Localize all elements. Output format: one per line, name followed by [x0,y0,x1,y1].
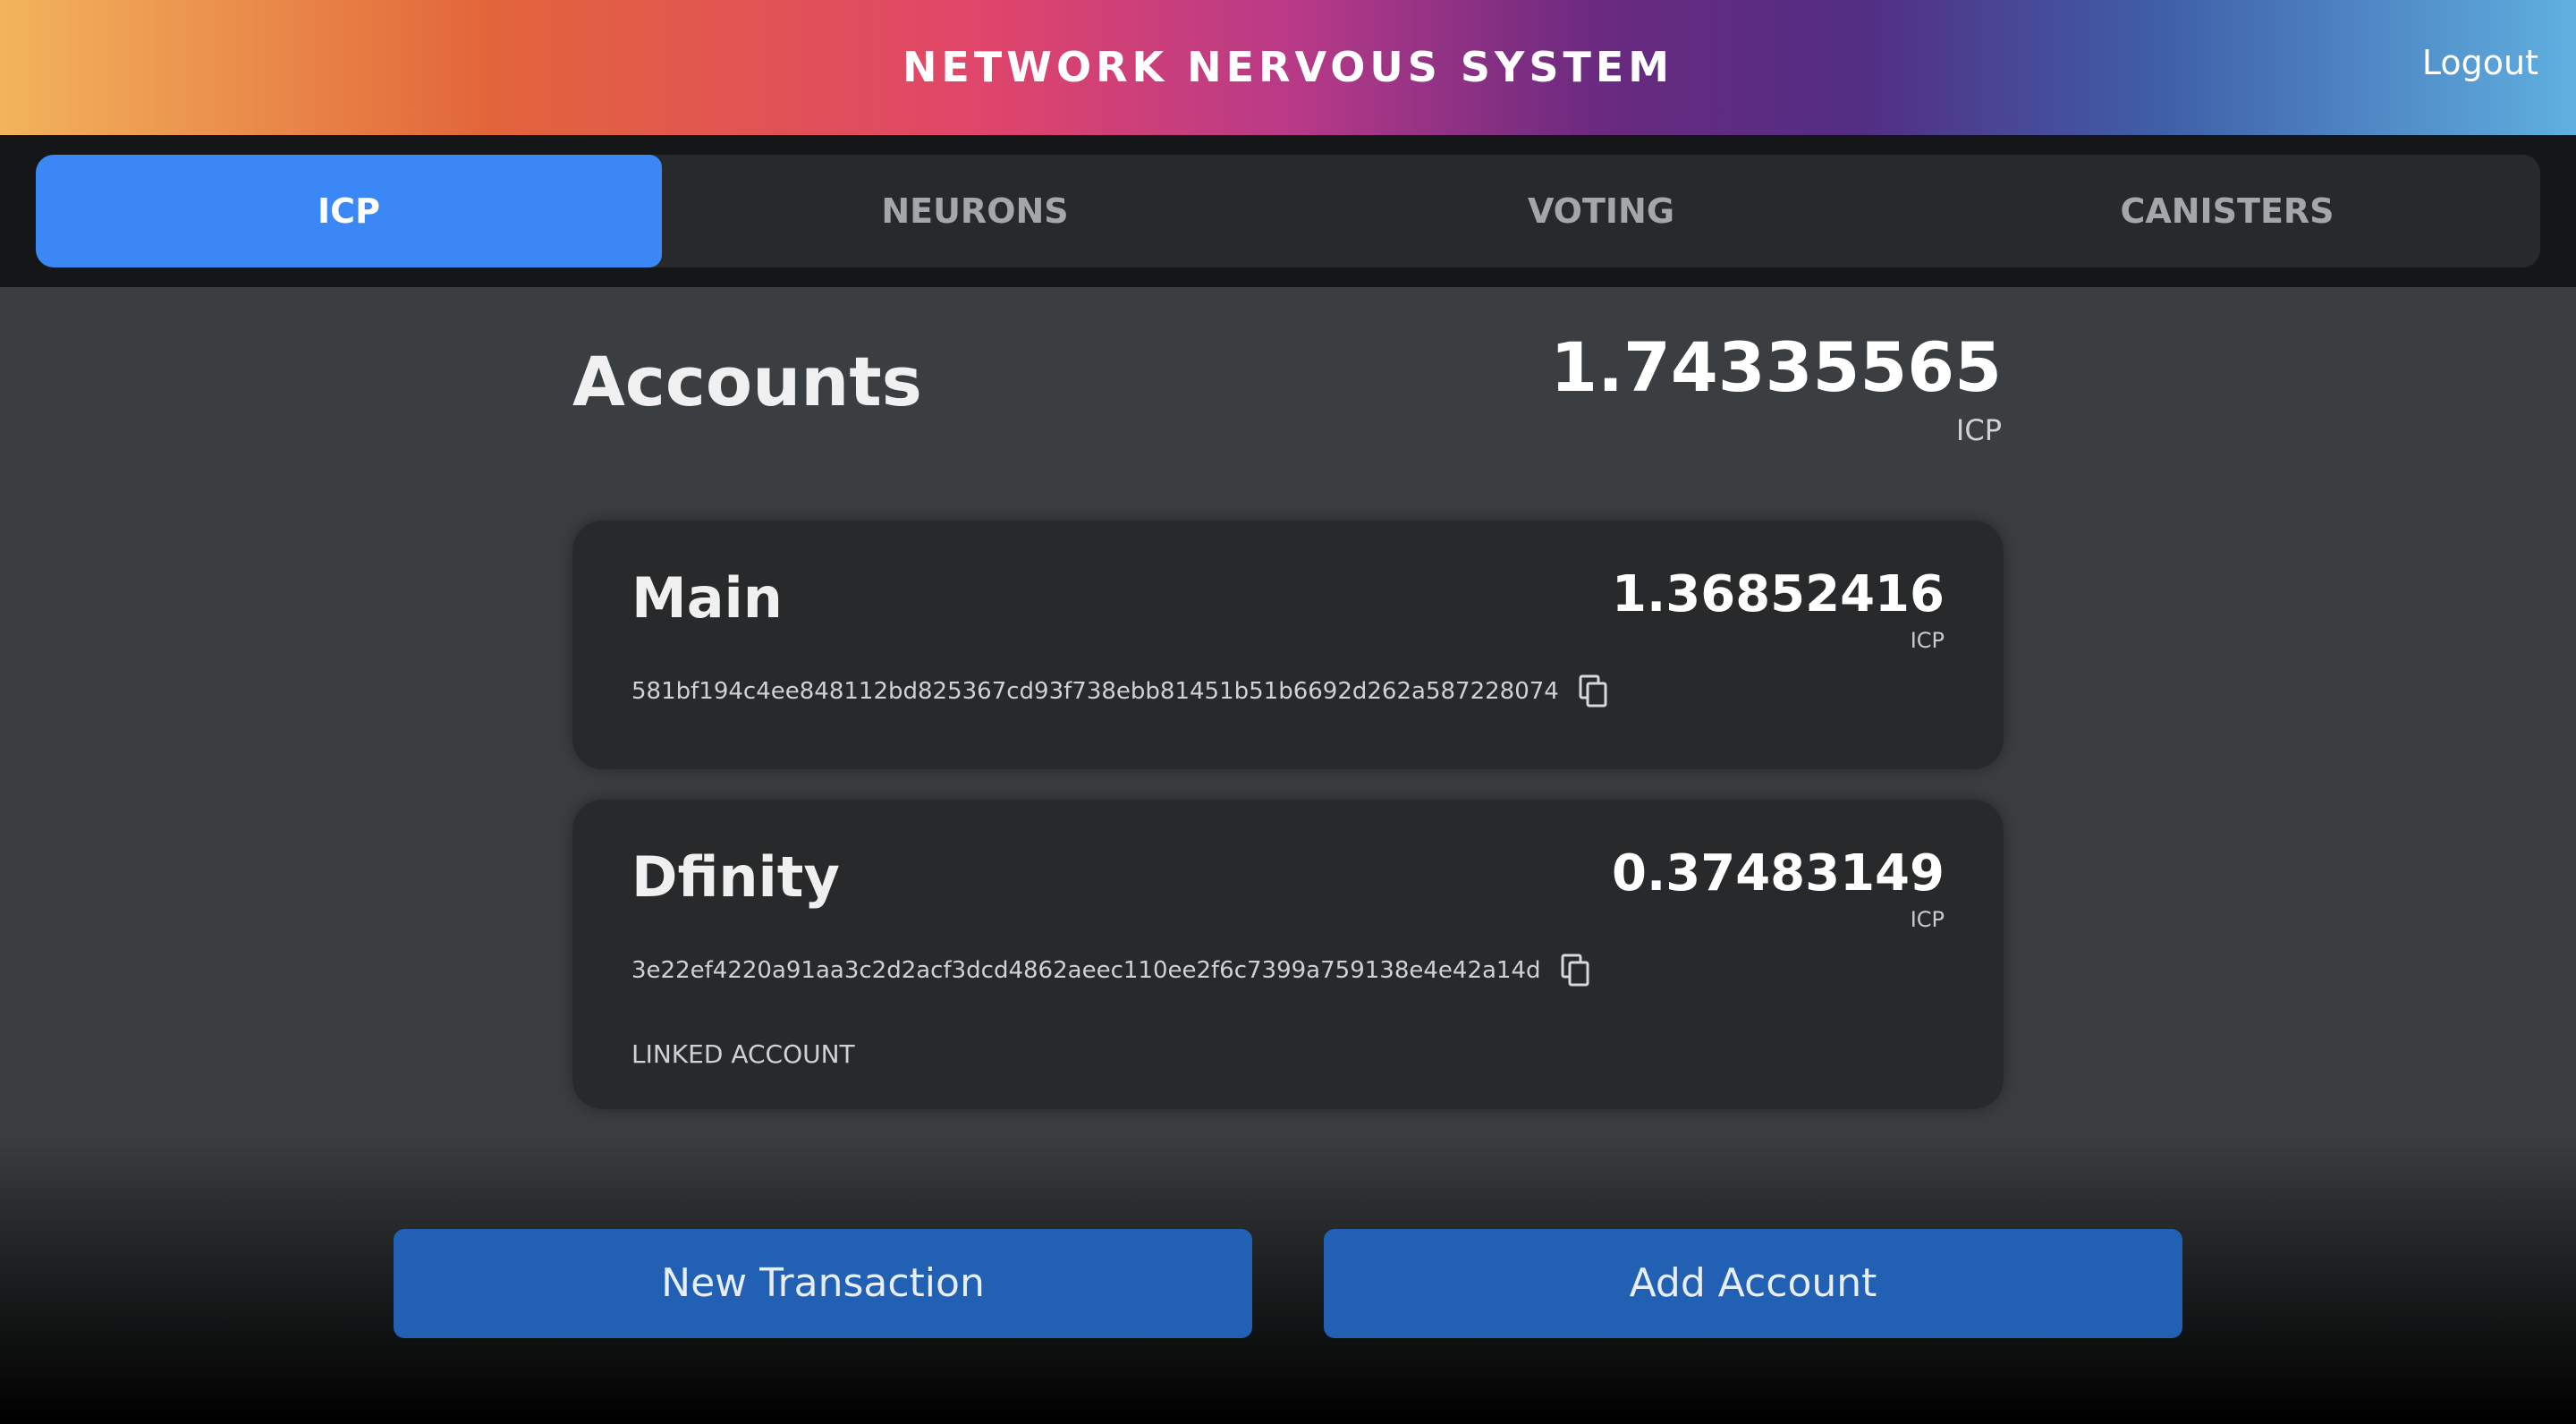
total-balance: 1.74335565 [1550,327,2002,407]
add-account-button[interactable]: Add Account [1324,1229,2182,1338]
total-balance-unit: ICP [1955,413,2002,447]
copy-icon[interactable] [1561,954,1591,987]
account-balance: 1.36852416 [1612,565,1945,623]
account-address: 3e22ef4220a91aa3c2d2acf3dcd4862aeec110ee… [631,957,1541,984]
logout-button[interactable]: Logout [2422,43,2538,82]
tab-bar-container: ICP NEURONS VOTING CANISTERS [0,135,2576,287]
app-root: NETWORK NERVOUS SYSTEM Logout ICP NEURON… [0,0,2576,1424]
new-transaction-button[interactable]: New Transaction [394,1229,1252,1338]
copy-icon[interactable] [1579,674,1609,708]
account-card-main[interactable]: Main 1.36852416 ICP 581bf194c4ee848112bd… [572,521,2004,769]
account-card-dfinity[interactable]: Dfinity 0.37483149 ICP 3e22ef4220a91aa3c… [572,800,2004,1109]
account-address-row: 3e22ef4220a91aa3c2d2acf3dcd4862aeec110ee… [631,954,1591,987]
tab-icp[interactable]: ICP [36,155,662,267]
app-title: NETWORK NERVOUS SYSTEM [902,43,1674,91]
header-bar: NETWORK NERVOUS SYSTEM Logout [0,0,2576,135]
tab-canisters[interactable]: CANISTERS [1914,155,2540,267]
tab-neurons[interactable]: NEURONS [662,155,1288,267]
account-balance-unit: ICP [1910,907,1945,932]
account-address-row: 581bf194c4ee848112bd825367cd93f738ebb814… [631,674,1609,708]
linked-account-badge: LINKED ACCOUNT [631,1039,855,1069]
account-balance: 0.37483149 [1612,844,1945,903]
account-address: 581bf194c4ee848112bd825367cd93f738ebb814… [631,678,1559,705]
account-balance-unit: ICP [1910,628,1945,653]
account-name: Dfinity [631,844,840,910]
account-name: Main [631,565,783,631]
tab-bar: ICP NEURONS VOTING CANISTERS [36,155,2540,267]
page-title: Accounts [572,342,922,421]
tab-voting[interactable]: VOTING [1288,155,1914,267]
